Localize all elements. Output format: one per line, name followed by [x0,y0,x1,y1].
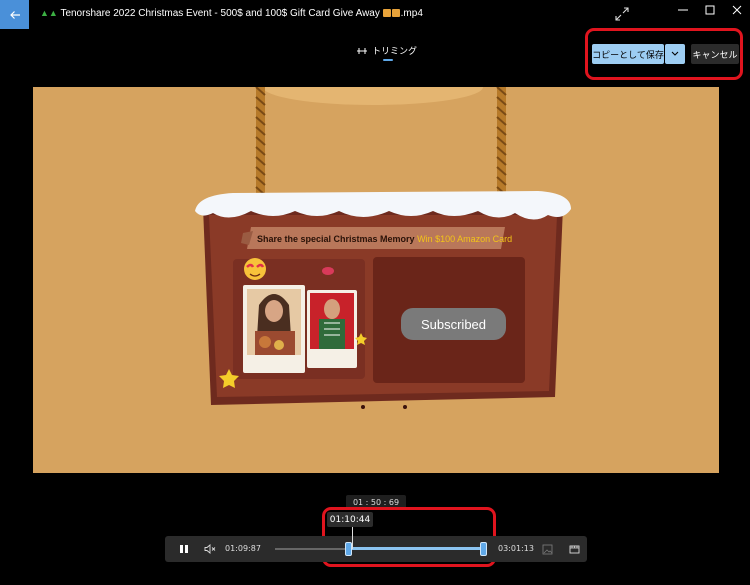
maximize-button[interactable] [695,0,725,20]
banner-main-text: Share the special Christmas Memory [257,234,415,244]
trim-selection [348,547,484,550]
tab-underline [383,59,393,61]
tab-trim[interactable]: トリミング [356,44,417,57]
storyboard-button[interactable] [565,536,583,562]
tab-trim-label: トリミング [372,47,418,57]
frame-image-icon [542,544,552,554]
pause-icon [180,545,188,553]
banner-text: Share the special Christmas Memory Win $… [257,234,512,244]
cancel-button[interactable]: キャンセル [691,44,739,64]
playhead-time-tooltip: 01:10:44 [327,512,373,527]
rope-left [255,87,266,199]
trim-icon [357,47,367,54]
trim-start-handle[interactable] [345,542,352,556]
save-options-dropdown[interactable] [665,44,685,64]
mute-button[interactable] [199,536,221,562]
window-title-ext: .mp4 [400,8,423,19]
photo-man [307,290,357,368]
window-title: ▲▲ Tenorshare 2022 Christmas Event - 500… [40,8,423,19]
maximize-icon [705,5,715,15]
subscribed-overlay: Subscribed [401,308,506,340]
gift-icon [391,9,400,17]
gift-icon [382,9,391,17]
back-button[interactable] [0,0,29,29]
title-bar: ▲▲ Tenorshare 2022 Christmas Event - 500… [0,0,750,30]
close-button[interactable] [722,0,750,20]
save-as-copy-button[interactable]: コピーとして保存 [592,44,664,64]
trim-end-time: 03:01:13 [498,544,534,553]
volume-muted-icon [204,544,216,554]
rope-right [496,87,507,199]
playback-controls: 01:09:87 03:01:13 [165,527,587,562]
tree-icon: ▲▲ [40,8,58,18]
close-icon [732,5,742,15]
minimize-icon [678,9,688,11]
trim-end-handle[interactable] [480,542,487,556]
photo-woman [243,285,305,373]
minimize-button[interactable] [668,0,698,20]
chevron-down-icon [671,51,679,56]
banner-highlight-text: Win $100 Amazon Card [417,234,513,244]
fullscreen-icon[interactable] [614,6,630,22]
window-title-text: Tenorshare 2022 Christmas Event - 500$ a… [60,8,380,19]
video-frame[interactable]: Share the special Christmas Memory Win $… [33,87,719,473]
snapshot-button[interactable] [538,536,556,562]
film-strip-icon [569,545,579,553]
playhead[interactable] [352,527,353,549]
back-arrow-icon [9,10,20,19]
pause-button[interactable] [171,536,197,562]
trim-start-time: 01:09:87 [225,544,261,553]
video-scene-image [195,87,571,409]
